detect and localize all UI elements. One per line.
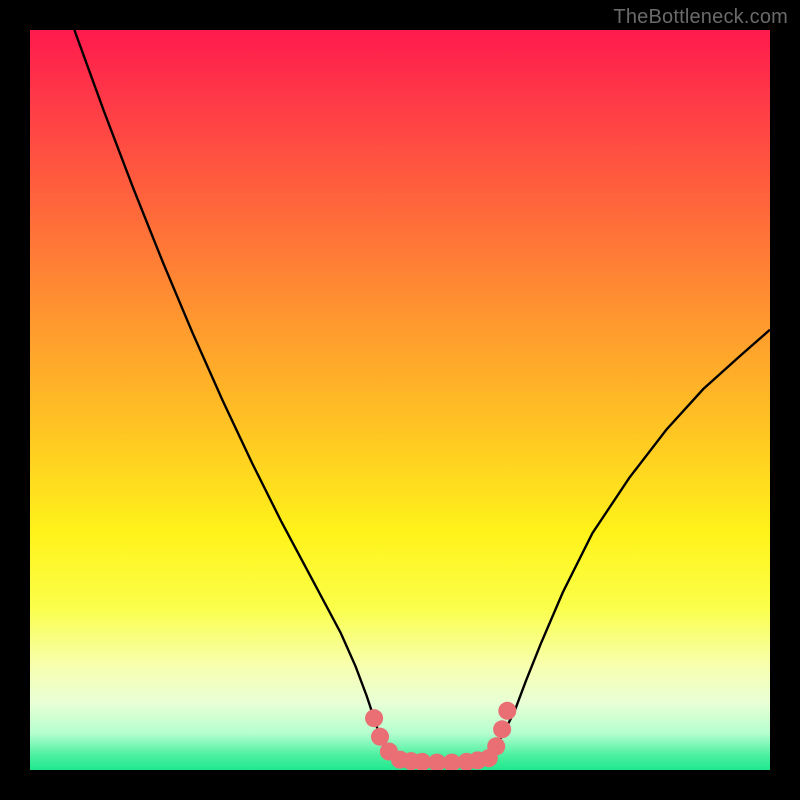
marker-dot xyxy=(498,702,516,720)
right-curve xyxy=(489,330,770,758)
curves-group xyxy=(74,30,770,763)
chart-svg xyxy=(30,30,770,770)
watermark-text: TheBottleneck.com xyxy=(613,6,788,29)
chart-frame: TheBottleneck.com xyxy=(0,0,800,800)
marker-dot xyxy=(365,709,383,727)
plot-area xyxy=(30,30,770,770)
marker-dot xyxy=(493,720,511,738)
left-curve xyxy=(74,30,392,758)
markers-group xyxy=(365,702,516,770)
marker-dot xyxy=(487,737,505,755)
